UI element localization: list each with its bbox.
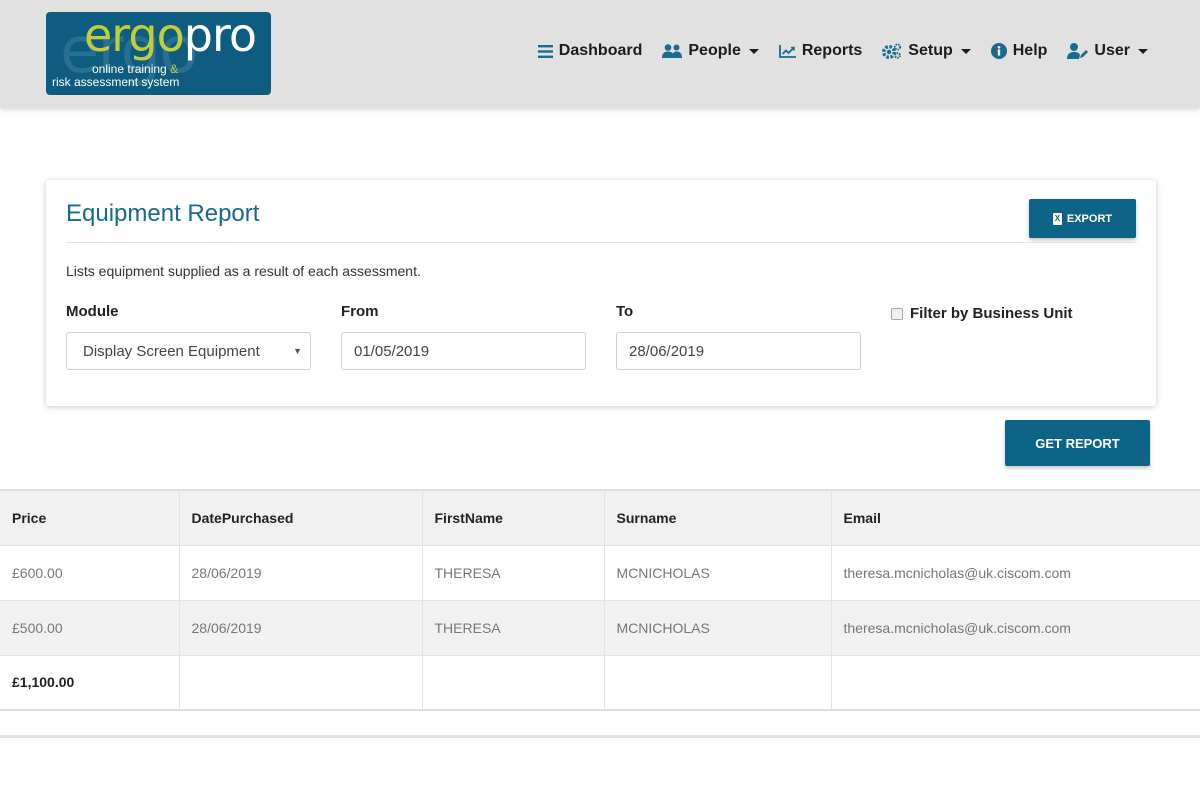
to-label: To: [616, 303, 634, 320]
module-label: Module: [66, 303, 119, 320]
table-header-row: Price DatePurchased FirstName Surname Em…: [0, 490, 1200, 546]
nav-dashboard[interactable]: Dashboard: [537, 42, 643, 60]
nav-label: Dashboard: [558, 42, 643, 59]
filter-business-unit-label: Filter by Business Unit: [910, 305, 1073, 322]
export-label: EXPORT: [1066, 212, 1113, 225]
equipment-table: Price DatePurchased FirstName Surname Em…: [0, 489, 1200, 711]
logo-tagline-2: risk assessment system: [52, 75, 180, 89]
cell-empty: [422, 655, 605, 711]
users-icon: [662, 44, 683, 58]
table-row: £500.00 28/06/2019 THERESA MCNICHOLAS th…: [0, 600, 1200, 656]
chart-line-icon: [778, 44, 796, 58]
from-label: From: [341, 303, 379, 320]
ergopro-logo[interactable]: ergo ergopro online training & risk asse…: [46, 12, 271, 95]
nav-reports[interactable]: Reports: [778, 42, 863, 60]
report-card: Equipment Report X EXPORT Lists equipmen…: [46, 180, 1156, 406]
table-total-row: £1,100.00: [0, 655, 1200, 711]
table-row: £600.00 28/06/2019 THERESA MCNICHOLAS th…: [0, 545, 1200, 601]
column-header-first-name[interactable]: FirstName: [422, 490, 605, 546]
cell-empty: [179, 655, 423, 711]
cell-first-name: THERESA: [422, 600, 605, 656]
footer-divider: [0, 735, 1200, 738]
bars-icon: [537, 44, 553, 58]
cell-date-purchased: 28/06/2019: [179, 545, 423, 601]
logo-wordmark: ergopro: [84, 12, 257, 62]
nav-label: Reports: [801, 42, 863, 59]
cell-surname: MCNICHOLAS: [604, 600, 832, 656]
to-date-input[interactable]: 28/06/2019: [616, 332, 861, 370]
nav-help[interactable]: Help: [990, 42, 1048, 60]
divider: [66, 242, 1136, 243]
cell-email: theresa.mcnicholas@uk.ciscom.com: [831, 545, 1200, 601]
nav-user[interactable]: User: [1067, 42, 1148, 60]
cell-empty: [604, 655, 832, 711]
cell-total-price: £1,100.00: [0, 655, 180, 711]
module-select-value: Display Screen Equipment: [83, 342, 260, 360]
user-edit-icon: [1067, 43, 1089, 59]
chevron-down-icon: [960, 48, 971, 54]
logo-tagline-1: online training &: [92, 62, 179, 76]
cell-first-name: THERESA: [422, 545, 605, 601]
top-navbar: ergo ergopro online training & risk asse…: [0, 0, 1200, 108]
page-title: Equipment Report: [66, 200, 260, 227]
nav-label: User: [1094, 42, 1130, 59]
column-header-email[interactable]: Email: [831, 490, 1200, 546]
column-header-surname[interactable]: Surname: [604, 490, 832, 546]
cell-email: theresa.mcnicholas@uk.ciscom.com: [831, 600, 1200, 656]
caret-down-icon: ▼: [293, 346, 302, 356]
module-select[interactable]: Display Screen Equipment ▼: [66, 332, 311, 370]
export-button[interactable]: X EXPORT: [1029, 199, 1136, 238]
cell-surname: MCNICHOLAS: [604, 545, 832, 601]
filter-business-unit-toggle[interactable]: Filter by Business Unit: [891, 305, 1073, 322]
cell-empty: [831, 655, 1200, 711]
nav-people[interactable]: People: [662, 42, 759, 60]
column-header-date-purchased[interactable]: DatePurchased: [179, 490, 423, 546]
nav-label: Help: [1012, 42, 1048, 59]
get-report-button[interactable]: GET REPORT: [1005, 420, 1150, 466]
nav-label: People: [688, 42, 741, 59]
cell-price: £600.00: [0, 545, 180, 601]
report-description: Lists equipment supplied as a result of …: [66, 263, 421, 279]
cogs-icon: [882, 43, 902, 59]
cell-date-purchased: 28/06/2019: [179, 600, 423, 656]
chevron-down-icon: [748, 48, 759, 54]
chevron-down-icon: [1138, 48, 1148, 54]
nav-label: Setup: [908, 42, 953, 59]
nav-setup[interactable]: Setup: [882, 42, 971, 60]
cell-price: £500.00: [0, 600, 180, 656]
excel-file-icon: X: [1052, 212, 1062, 225]
main-nav: Dashboard People Reports Setup Help User: [518, 42, 1148, 60]
from-date-input[interactable]: 01/05/2019: [341, 332, 586, 370]
info-circle-icon: [990, 43, 1007, 59]
from-date-value: 01/05/2019: [354, 342, 430, 360]
to-date-value: 28/06/2019: [629, 342, 705, 360]
column-header-price[interactable]: Price: [0, 490, 180, 546]
filter-business-unit-checkbox[interactable]: [891, 307, 903, 320]
